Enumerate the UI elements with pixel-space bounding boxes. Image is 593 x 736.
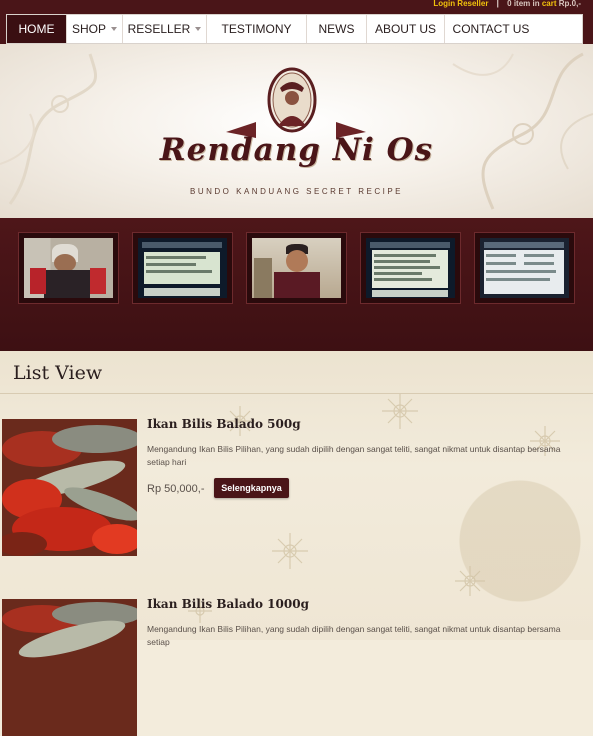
product-name[interactable]: Ikan Bilis Balado 1000g [147,597,309,611]
title-divider [0,393,593,394]
chevron-down-icon [111,27,117,31]
chat-screenshot-image [366,238,455,298]
nav-news[interactable]: NEWS [307,15,367,43]
cart-item-count: 0 item in [507,0,540,8]
nav-shop[interactable]: SHOP [67,15,123,43]
product-description: Mengandung Ikan Bilis Pilihan, yang suda… [147,444,561,467]
nav-label: SHOP [71,22,106,36]
nav-about-us[interactable]: ABOUT US [367,15,445,43]
login-reseller-link[interactable]: Login Reseller [433,0,488,8]
product-image[interactable] [2,599,137,736]
details-button[interactable]: Selengkapnya [214,478,289,498]
main-menu: HOME SHOP RESELLER TESTIMONY NEWS ABOUT … [6,14,583,44]
nav-label: CONTACT US [452,22,530,36]
testimony-gallery [0,218,593,351]
gallery-thumb-3[interactable] [246,232,347,304]
nav-testimony[interactable]: TESTIMONY [207,15,307,43]
nav-label: NEWS [318,22,355,36]
food-photo-icon [2,419,137,556]
page-title: List View [13,362,103,384]
nav-label: ABOUT US [374,22,437,36]
chat-screenshot-image [138,238,227,298]
gallery-thumb-1[interactable] [18,232,119,304]
brand-tagline: BUNDO KANDUANG SECRET RECIPE [190,187,403,196]
product-price: Rp 50,000,- [147,483,205,495]
photo-image [252,238,341,298]
cart-link[interactable]: cart [542,0,557,8]
nav-home[interactable]: HOME [7,15,67,43]
photo-image [24,238,113,298]
gallery-thumb-4[interactable] [360,232,461,304]
product-image[interactable] [2,419,137,556]
cart-total: Rp.0,- [558,0,581,8]
chevron-down-icon [195,27,202,31]
separator: | [496,0,499,8]
nav-label: TESTIMONY [221,22,292,36]
chat-screenshot-image [480,238,569,298]
nav-label: RESELLER [127,22,191,36]
brand-name: Rendang Ni Os [159,132,434,168]
gallery-thumb-2[interactable] [132,232,233,304]
product-description: Mengandung Ikan Bilis Pilihan, yang suda… [147,624,561,647]
gallery-thumb-5[interactable] [474,232,575,304]
nav-contact-us[interactable]: CONTACT US [445,15,537,43]
product-name[interactable]: Ikan Bilis Balado 500g [147,417,301,431]
food-photo-icon [2,599,137,736]
header-banner: Rendang Ni Os BUNDO KANDUANG SECRET RECI… [0,44,593,218]
nav-label: HOME [18,22,55,36]
navigation-bar: HOME SHOP RESELLER TESTIMONY NEWS ABOUT … [0,14,593,44]
top-bar: Login Reseller | 0 item in cart Rp.0,- [0,0,593,14]
nav-reseller[interactable]: RESELLER [123,15,207,43]
account-cart-summary: Login Reseller | 0 item in cart Rp.0,- [433,0,581,8]
